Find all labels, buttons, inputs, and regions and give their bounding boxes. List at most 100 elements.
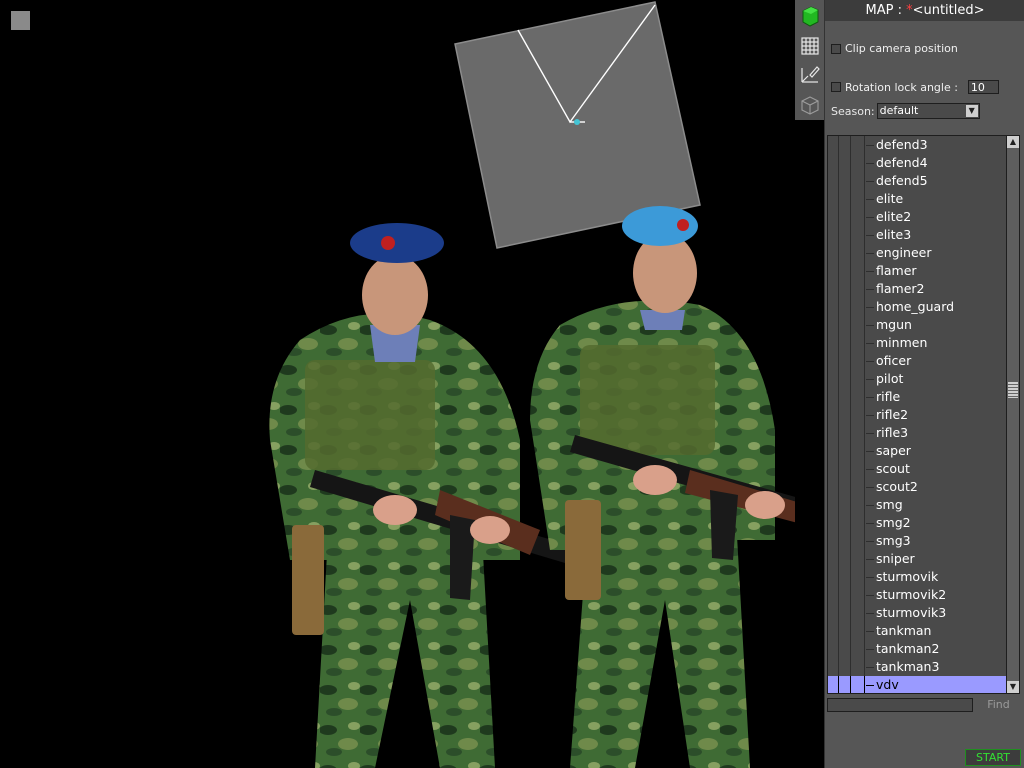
tree-item-label: sturmovik2 [876, 587, 947, 602]
tree-branch-line [866, 181, 874, 182]
tree-guide-line [850, 640, 851, 658]
tree-item[interactable]: scout [828, 460, 1019, 478]
tree-item[interactable]: mgun [828, 316, 1019, 334]
tree-branch-line [866, 487, 874, 488]
map-title-prefix: MAP : [865, 3, 907, 18]
tree-item[interactable]: oficer [828, 352, 1019, 370]
tree-guide-line [850, 352, 851, 370]
scroll-down-icon[interactable]: ▼ [1007, 681, 1019, 693]
tree-branch-line [866, 685, 874, 686]
tree-item[interactable]: sturmovik3 [828, 604, 1019, 622]
tree-guide-line [838, 460, 839, 478]
tree-item-label: tankman3 [876, 659, 940, 674]
clip-camera-checkbox[interactable] [831, 43, 841, 54]
rotation-lock-angle-input[interactable]: 10 [967, 80, 999, 94]
tree-item-label: defend4 [876, 155, 928, 170]
start-button[interactable]: START [965, 749, 1021, 766]
tree-guide-line [850, 460, 851, 478]
tree-item[interactable]: elite [828, 190, 1019, 208]
tree-branch-line [866, 397, 874, 398]
grid-icon[interactable] [797, 33, 822, 58]
tree-item[interactable]: tankman [828, 622, 1019, 640]
tree-guide-line [838, 640, 839, 658]
tree-item[interactable]: elite2 [828, 208, 1019, 226]
tree-list: defend3 defend4 defend5 elite elite2 elite3 en… [828, 136, 1019, 693]
tree-item[interactable]: rifle3 [828, 424, 1019, 442]
tree-item[interactable]: rifle [828, 388, 1019, 406]
tree-guide-line [864, 226, 865, 244]
tree-item[interactable]: tankman2 [828, 640, 1019, 658]
tree-guide-line [864, 244, 865, 262]
tree-guide-line [838, 514, 839, 532]
brush-axes-icon[interactable] [797, 61, 822, 86]
tree-item-label: defend5 [876, 173, 928, 188]
tree-guide-line [850, 370, 851, 388]
tree-guide-line [838, 532, 839, 550]
tree-guide-line [838, 442, 839, 460]
tree-item-label: sniper [876, 551, 915, 566]
tree-item[interactable]: flamer2 [828, 280, 1019, 298]
tree-item[interactable]: elite3 [828, 226, 1019, 244]
tree-item[interactable]: defend3 [828, 136, 1019, 154]
tree-item[interactable]: minmen [828, 334, 1019, 352]
tree-item[interactable]: defend4 [828, 154, 1019, 172]
tree-item[interactable]: defend5 [828, 172, 1019, 190]
tree-item[interactable]: sturmovik2 [828, 586, 1019, 604]
unit-tree[interactable]: defend3 defend4 defend5 elite elite2 elite3 en… [827, 135, 1020, 694]
tree-guide-line [864, 460, 865, 478]
clip-camera-row: Clip camera position [831, 42, 958, 55]
scroll-up-icon[interactable]: ▲ [1007, 136, 1019, 148]
tree-guide-line [864, 298, 865, 316]
tree-item[interactable]: sniper [828, 550, 1019, 568]
tree-branch-line [866, 613, 874, 614]
tree-item-label: pilot [876, 371, 904, 386]
tree-guide-line [864, 370, 865, 388]
tree-guide-line [850, 154, 851, 172]
tree-item[interactable]: home_guard [828, 298, 1019, 316]
tree-guide-line [864, 136, 865, 154]
tree-guide-line [838, 352, 839, 370]
tree-guide-line [864, 424, 865, 442]
tree-guide-line [850, 658, 851, 676]
tree-item-label: rifle3 [876, 425, 909, 440]
tree-item[interactable]: pilot [828, 370, 1019, 388]
tree-item[interactable]: flamer [828, 262, 1019, 280]
tree-item[interactable]: tankman3 [828, 658, 1019, 676]
tree-branch-line [866, 631, 874, 632]
tree-item[interactable]: sturmovik [828, 568, 1019, 586]
tree-item[interactable]: smg [828, 496, 1019, 514]
tree-guide-line [838, 550, 839, 568]
tree-item[interactable]: vdv [828, 676, 1019, 693]
3d-viewport[interactable] [0, 0, 795, 768]
tree-guide-line [850, 406, 851, 424]
tree-guide-line [864, 280, 865, 298]
tree-item-label: defend3 [876, 137, 928, 152]
dropdown-arrow-icon[interactable]: ▼ [965, 105, 978, 117]
tree-branch-line [866, 451, 874, 452]
find-input[interactable] [827, 698, 973, 712]
tree-branch-line [866, 523, 874, 524]
tree-item[interactable]: engineer [828, 244, 1019, 262]
tree-scrollbar[interactable]: ▲ ▼ [1006, 136, 1019, 693]
tree-item[interactable]: smg3 [828, 532, 1019, 550]
rotation-lock-checkbox[interactable] [831, 82, 841, 92]
tree-guide-line [850, 514, 851, 532]
tree-item[interactable]: rifle2 [828, 406, 1019, 424]
tree-item[interactable]: scout2 [828, 478, 1019, 496]
tree-branch-line [866, 361, 874, 362]
tree-guide-line [838, 280, 839, 298]
tree-guide-line [850, 568, 851, 586]
wireframe-cube-icon[interactable] [797, 92, 822, 117]
find-button[interactable]: Find [977, 697, 1020, 713]
season-select[interactable]: default ▼ [876, 103, 980, 119]
scroll-thumb[interactable] [1008, 382, 1018, 398]
green-cube-icon[interactable] [797, 3, 822, 28]
tree-guide-line [850, 424, 851, 442]
tree-guide-line [850, 280, 851, 298]
tree-guide-line [864, 514, 865, 532]
tree-item-label: smg [876, 497, 903, 512]
clip-camera-label: Clip camera position [845, 42, 958, 55]
tree-item[interactable]: saper [828, 442, 1019, 460]
season-row: Season: default ▼ [831, 103, 980, 119]
tree-item[interactable]: smg2 [828, 514, 1019, 532]
